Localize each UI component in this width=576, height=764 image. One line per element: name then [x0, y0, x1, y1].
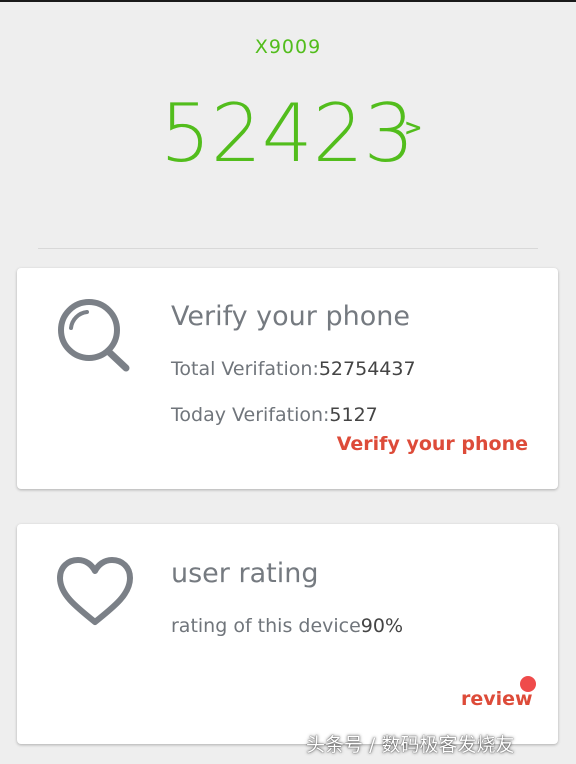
- heart-icon: [55, 556, 135, 628]
- review-link[interactable]: review: [461, 688, 533, 710]
- verify-phone-card[interactable]: Verify your phone Total Verifation:52754…: [17, 268, 558, 489]
- notification-dot: [520, 676, 536, 692]
- search-icon: [55, 296, 135, 376]
- device-name: X9009: [254, 36, 322, 58]
- today-verification-label: Today Verifation:: [171, 404, 330, 426]
- device-rating: rating of this device90%: [171, 615, 403, 637]
- today-verification: Today Verifation:5127: [171, 404, 378, 426]
- user-rating-card[interactable]: user rating rating of this device90% rev…: [17, 524, 558, 744]
- watermark-text: 头条号 / 数码极客发烧友: [306, 734, 515, 756]
- verify-phone-link[interactable]: Verify your phone: [337, 433, 528, 455]
- status-bar-edge: [0, 0, 576, 2]
- total-verification-value: 52754437: [318, 358, 416, 380]
- benchmark-score[interactable]: 52423: [160, 86, 415, 182]
- score-row[interactable]: 52423 >: [0, 86, 576, 182]
- rating-card-title: user rating: [171, 558, 319, 589]
- device-rating-value: 90%: [360, 615, 404, 637]
- total-verification: Total Verifation:52754437: [171, 358, 416, 380]
- verify-card-title: Verify your phone: [171, 301, 410, 332]
- total-verification-label: Total Verifation:: [171, 358, 319, 380]
- chevron-right-icon[interactable]: >: [404, 116, 422, 141]
- today-verification-value: 5127: [329, 404, 378, 426]
- device-rating-label: rating of this device: [171, 615, 361, 637]
- divider: [38, 248, 538, 249]
